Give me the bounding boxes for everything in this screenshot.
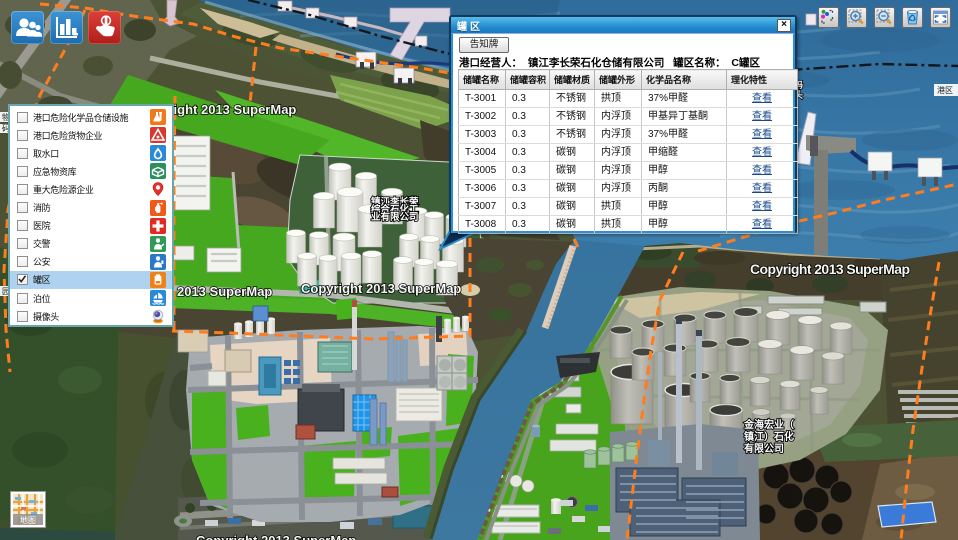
svg-text:业有限公司: 业有限公司 (371, 211, 419, 223)
svg-text:有限公司: 有限公司 (744, 442, 784, 455)
svg-text:Copyright 2013 SuperMap: Copyright 2013 SuperMap (750, 261, 910, 277)
svg-text:镇江）石化: 镇江）石化 (744, 430, 794, 443)
svg-text:Copyright 2013 SuperMap: Copyright 2013 SuperMap (301, 281, 461, 296)
svg-text:金海宏业（: 金海宏业（ (743, 418, 794, 431)
svg-text:地图: 地图 (20, 515, 36, 525)
svg-text:港区: 港区 (937, 85, 953, 95)
svg-text:Copyright 2013 SuperMap: Copyright 2013 SuperMap (196, 533, 356, 540)
